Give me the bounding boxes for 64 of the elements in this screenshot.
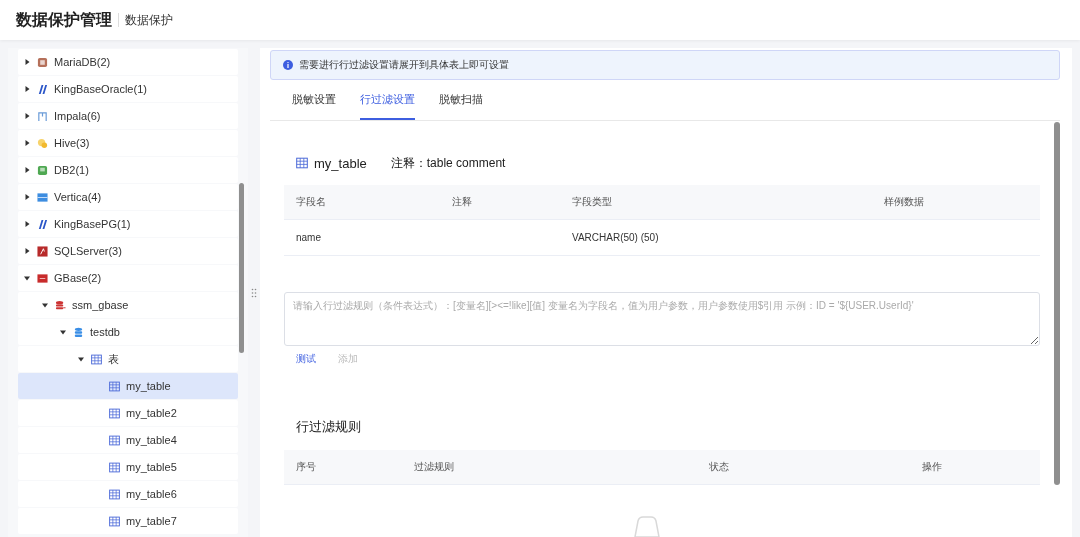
datasource-icon [55, 299, 66, 311]
table-name: my_table [314, 155, 367, 171]
breadcrumb: 数据保护 [125, 11, 173, 29]
caret-icon[interactable] [41, 301, 49, 309]
tree-item[interactable]: KingBaseOracle(1) [18, 76, 238, 102]
drag-handle-icon[interactable] [251, 287, 257, 298]
tree-item[interactable]: my_table2 [18, 400, 238, 426]
tree-item[interactable]: my_table5 [18, 454, 238, 480]
table-cell: name [284, 219, 440, 255]
table-cell: VARCHAR(50) (50) [560, 219, 872, 255]
column-header: 字段类型 [560, 185, 872, 219]
tree-item[interactable]: Hive(3) [18, 130, 238, 156]
tree-item[interactable]: my_table7 [18, 508, 238, 534]
caret-icon[interactable] [23, 112, 31, 120]
caret-icon[interactable] [77, 355, 85, 363]
scrollbar[interactable] [239, 183, 244, 353]
table-icon [91, 353, 102, 365]
tree-item[interactable]: Vertica(4) [18, 184, 238, 210]
caret-icon[interactable] [23, 166, 31, 174]
table-icon [109, 407, 120, 419]
table-icon [109, 488, 120, 500]
column-header: 字段名 [284, 185, 440, 219]
caret-icon[interactable] [23, 193, 31, 201]
section-title: 行过滤规则 [296, 418, 362, 436]
scrollbar[interactable] [1054, 122, 1060, 485]
column-header: 操作 [910, 450, 1040, 484]
caret-icon[interactable] [23, 58, 31, 66]
tree-item[interactable]: 表 [18, 346, 238, 372]
tree-item[interactable]: KingBasePG(1) [18, 211, 238, 237]
table-icon [109, 380, 120, 392]
tree-item[interactable]: my_table6 [18, 481, 238, 507]
caret-icon[interactable] [23, 139, 31, 147]
tree-item[interactable]: my_table4 [18, 427, 238, 453]
tree-item[interactable]: ssm_gbase [18, 292, 238, 318]
tab[interactable]: 脱敏设置 [292, 80, 336, 120]
tree-item[interactable]: DB2(1) [18, 157, 238, 183]
caret-icon[interactable] [23, 274, 31, 282]
tree-item[interactable]: my_table [18, 373, 238, 399]
caret-icon[interactable] [23, 85, 31, 93]
tree-item[interactable]: testdb [18, 319, 238, 345]
table-icon [109, 434, 120, 446]
info-icon [283, 60, 293, 70]
tree-item[interactable]: Impala(6) [18, 103, 238, 129]
column-header: 序号 [284, 450, 403, 484]
tree-item[interactable]: MariaDB(2) [18, 49, 238, 75]
tree-item[interactable]: SQLServer(3) [18, 238, 238, 264]
rule-input-field[interactable]: 请输入行过滤规则（条件表达式）：[变量名][><=!like][值] 变量名为字段名，值为用户参数，用户参数使用$引用 示例：ID = '${USER.UserId}' [284, 292, 1040, 346]
table-icon [296, 157, 308, 169]
caret-icon[interactable] [23, 220, 31, 228]
column-header: 状态 [697, 450, 911, 484]
column-header: 样例数据 [872, 185, 1040, 219]
page-title: 数据保护管理 [16, 9, 112, 30]
alert-text: 需要进行行过滤设置请展开到具体表上即可设置 [299, 58, 509, 72]
column-header: 过滤规则 [402, 450, 698, 484]
caret-icon[interactable] [23, 247, 31, 255]
column-header: 注释 [440, 185, 560, 219]
tab[interactable]: 行过滤设置 [360, 80, 415, 120]
tab[interactable]: 脱敏扫描 [439, 80, 483, 120]
table-icon [109, 515, 120, 527]
caret-icon[interactable] [59, 328, 67, 336]
action-link[interactable]: 测试 [296, 350, 316, 368]
table-comment: 注释：table comment [390, 154, 506, 172]
tree-item[interactable]: GBase(2) [18, 265, 238, 291]
table-icon [109, 461, 120, 473]
